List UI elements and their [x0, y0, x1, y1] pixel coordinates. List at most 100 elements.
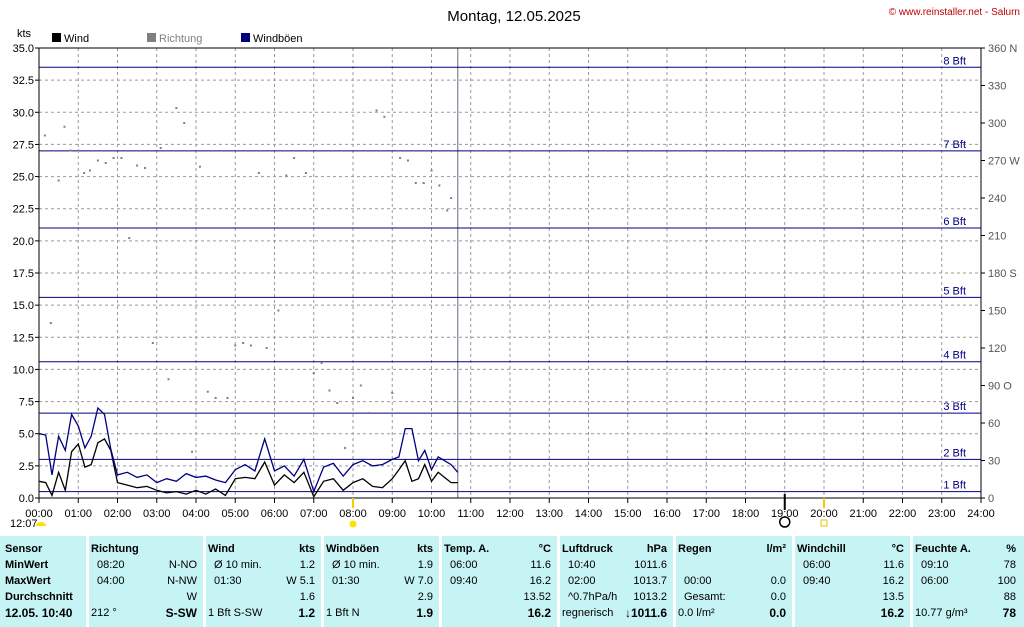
- cell-label: MaxWert: [5, 575, 51, 587]
- y-tick-label: 5.0: [19, 429, 34, 441]
- direction-point: [175, 107, 178, 109]
- legend-swatch: [147, 33, 156, 42]
- y-tick-label: 30.0: [13, 107, 34, 119]
- direction-point: [446, 209, 449, 212]
- direction-point: [391, 392, 394, 394]
- column-unit: kts: [417, 543, 433, 555]
- cell-value: 13.5: [882, 591, 904, 603]
- direction-point: [183, 122, 186, 124]
- cell-label: MinWert: [5, 559, 49, 571]
- x-tick-label: 02:00: [104, 508, 132, 520]
- direction-point: [43, 134, 46, 137]
- y2-tick-label: 90 O: [988, 381, 1012, 393]
- direction-point: [344, 447, 347, 449]
- x-tick-label: 22:00: [889, 508, 917, 520]
- y2-tick-label: 360 N: [988, 43, 1017, 55]
- weather-chart: Montag, 12.05.2025 © www.reinstaller.net…: [10, 7, 1021, 530]
- x-tick-label: 10:00: [418, 508, 446, 520]
- stats-column: Wind kts Ø 10 min. 1.2 01:30 W 5.1 1.6 1 Bft S-…: [204, 536, 323, 627]
- cell-label: Durchschnitt: [5, 591, 73, 603]
- column-unit: l/m²: [766, 543, 786, 555]
- direction-point: [450, 197, 453, 199]
- cell-value: 0.0: [770, 591, 786, 603]
- y2-tick-label: 60: [988, 418, 1000, 430]
- column-unit: °C: [538, 543, 551, 555]
- direction-point: [191, 450, 194, 453]
- beaufort-label: 7 Bft: [943, 139, 966, 151]
- x-tick-label: 13:00: [535, 508, 563, 520]
- cell-value: W 5.1: [286, 575, 315, 587]
- direction-point: [304, 172, 307, 174]
- direction-point: [96, 159, 99, 162]
- x-tick-label: 14:00: [575, 508, 603, 520]
- y-tick-label: 10.0: [13, 364, 34, 376]
- y2-tick-label: 300: [988, 118, 1006, 130]
- cell-value: N-NW: [167, 575, 197, 587]
- direction-point: [128, 237, 131, 239]
- y-tick-label: 17.5: [13, 268, 34, 280]
- legend-label: Wind: [64, 33, 89, 45]
- x-tick-label: 08:00: [339, 508, 367, 520]
- direction-point: [234, 344, 237, 347]
- y-tick-label: 0.0: [19, 493, 34, 505]
- x-tick-label: 04:00: [182, 508, 210, 520]
- direction-point: [120, 157, 123, 159]
- y2-tick-label: 180 S: [988, 268, 1017, 280]
- direction-point: [77, 149, 80, 152]
- chart-grid: [39, 48, 981, 498]
- stats-column: Feuchte A.% 09:10 78 06:00 100 88 10.77 g/m³ 78: [911, 536, 1024, 627]
- y-tick-label: 22.5: [13, 204, 34, 216]
- y-tick-label: 32.5: [13, 75, 34, 87]
- beaufort-label: 3 Bft: [943, 401, 966, 413]
- stats-column: Luftdruck hPa 10:40 1011.6 02:00 1013.7 ^0.7hP…: [558, 536, 675, 627]
- x-tick-label: 24:00: [967, 508, 995, 520]
- y-tick-label: 35.0: [13, 43, 34, 55]
- now-label: 12:07: [10, 518, 38, 530]
- direction-point: [89, 169, 92, 172]
- cell-value: 16.2: [882, 575, 904, 587]
- chart-axes: 00:00 01:00 02:00 03:00 04:00 05:00 06:00 07:00…: [13, 43, 1021, 520]
- direction-point: [312, 372, 315, 374]
- cell-value: 88: [1003, 591, 1016, 603]
- direction-point: [336, 402, 339, 404]
- direction-point: [112, 157, 115, 159]
- direction-point: [293, 157, 296, 159]
- beaufort-label: 4 Bft: [943, 350, 966, 362]
- y-unit-left: kts: [17, 28, 32, 40]
- footer-value: 78: [1002, 606, 1016, 620]
- footer-value: 16.2: [527, 606, 551, 620]
- cell-value: 1013.2: [633, 591, 667, 603]
- x-tick-label: 17:00: [692, 508, 720, 520]
- stats-column: Richtung 08:20 N-NO 04:00 N-NW W 212 ° S-SW: [87, 536, 205, 627]
- column-unit: %: [1006, 543, 1016, 555]
- cell-value: 78: [1003, 559, 1016, 571]
- direction-point: [159, 147, 162, 149]
- column-unit: hPa: [646, 543, 667, 555]
- x-tick-label: 11:00: [457, 508, 484, 520]
- stats-panel: Sensor MinWert MaxWert Durchschnitt 12.05. 1…: [0, 536, 1024, 627]
- cell-value: 13.52: [523, 591, 551, 603]
- direction-point: [143, 167, 146, 169]
- y2-tick-label: 30: [988, 456, 1000, 468]
- beaufort-label: 8 Bft: [943, 55, 966, 67]
- beaufort-label: 5 Bft: [943, 285, 966, 297]
- footer-value: ↓1011.6: [624, 606, 667, 620]
- y-tick-label: 7.5: [19, 397, 34, 409]
- direction-point: [375, 109, 378, 112]
- direction-point: [63, 125, 66, 128]
- direction-point: [328, 389, 331, 392]
- cell-value: 1011.6: [634, 559, 667, 571]
- cell-value: 0.0: [770, 575, 786, 587]
- stats-column: Windböen kts Ø 10 min. 1.9 01:30 W 7.0 2.9 1 Bf…: [322, 536, 441, 627]
- y2-tick-label: 240: [988, 193, 1006, 205]
- x-tick-label: 23:00: [928, 508, 956, 520]
- y2-tick-label: 150: [988, 306, 1006, 318]
- legend-label: Windböen: [253, 33, 303, 45]
- y-tick-label: 25.0: [13, 172, 34, 184]
- direction-point: [359, 384, 362, 387]
- x-tick-label: 03:00: [143, 508, 171, 520]
- chart-legend: Wind Richtung Windböen: [52, 33, 303, 45]
- direction-point: [320, 362, 323, 364]
- chart-series: [38, 107, 459, 499]
- chart-title: Montag, 12.05.2025: [447, 8, 580, 25]
